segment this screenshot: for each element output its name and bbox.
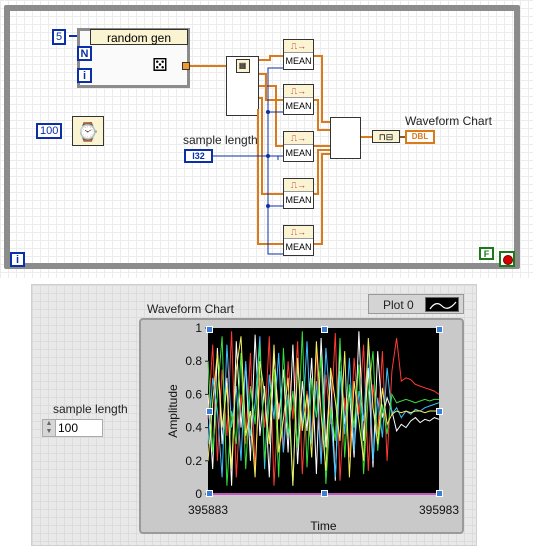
selection-handle[interactable] — [436, 326, 443, 333]
wires — [69, 35, 405, 255]
y-axis-label: Amplitude — [166, 384, 180, 438]
y-tick-label: 0.4 — [185, 421, 202, 435]
block-diagram: 5 random gen N i ⚄ 100 ⌚ ▦ sample length… — [0, 0, 533, 278]
stop-condition-terminal[interactable] — [499, 251, 515, 267]
sample-length-increment-decrement[interactable]: ▲ ▼ — [42, 419, 56, 437]
y-tick-label: 1 — [195, 321, 202, 335]
selection-handle[interactable] — [206, 490, 213, 497]
y-tick-label: 0 — [195, 487, 202, 501]
x-tick-label: 395883 — [188, 503, 228, 517]
selection-handle[interactable] — [321, 490, 328, 497]
sample-length-input[interactable]: 100 — [55, 419, 103, 437]
y-tick-label: 0.8 — [185, 354, 202, 368]
selection-handle[interactable] — [436, 408, 443, 415]
y-tick-label: 0.6 — [185, 387, 202, 401]
chart-title: Waveform Chart — [147, 302, 234, 316]
legend-plot-swatch[interactable] — [425, 297, 459, 312]
selection-handle[interactable] — [321, 326, 328, 333]
selection-handle[interactable] — [206, 326, 213, 333]
loop-iteration-terminal[interactable]: i — [10, 252, 25, 267]
selection-handle[interactable] — [206, 408, 213, 415]
stop-icon — [503, 255, 513, 265]
false-constant[interactable]: F — [479, 247, 494, 260]
waveform-chart-plot[interactable]: 0 0.2 0.4 0.6 0.8 1 395883 395983 Time Amplitude — [139, 318, 464, 548]
x-tick-label: 395983 — [419, 503, 459, 517]
y-tick-label: 0.2 — [185, 454, 202, 468]
legend-plot-label: Plot 0 — [383, 298, 414, 312]
x-axis-label: Time — [310, 519, 337, 533]
plot-legend[interactable]: Plot 0 — [368, 294, 464, 314]
selection-handle[interactable] — [436, 490, 443, 497]
sample-length-control-label: sample length — [53, 402, 128, 416]
